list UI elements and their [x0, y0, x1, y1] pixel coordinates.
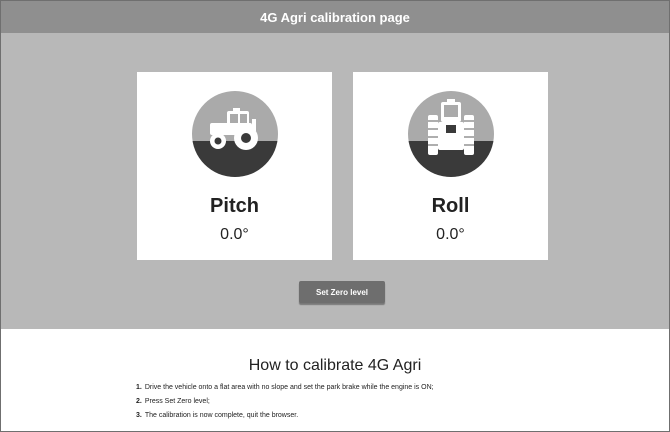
howto-step: 2. Press Set Zero level; — [136, 398, 210, 405]
howto-steps: 1. Drive the vehicle onto a flat area wit… — [136, 381, 434, 423]
calibration-panel: Pitch 0.0° Roll 0.0° Set Zero level — [1, 33, 669, 329]
roll-value: 0.0° — [436, 226, 465, 243]
tractor-side-icon — [192, 91, 278, 177]
roll-label: Roll — [431, 195, 470, 217]
calibration-page: 4G Agri calibration page Pitch 0.0° Roll… — [0, 0, 670, 432]
tractor-front-icon — [408, 91, 494, 177]
howto-step: 3. The calibration is now complete, quit … — [136, 412, 299, 419]
set-zero-level-button[interactable]: Set Zero level — [299, 281, 385, 303]
pitch-value: 0.0° — [220, 226, 249, 243]
howto-title: How to calibrate 4G Agri — [248, 357, 422, 374]
pitch-label: Pitch — [210, 195, 259, 217]
howto-step: 1. Drive the vehicle onto a flat area wit… — [136, 384, 434, 391]
page-title: 4G Agri calibration page — [1, 1, 669, 33]
roll-card: Roll 0.0° — [353, 72, 548, 260]
pitch-card: Pitch 0.0° — [137, 72, 332, 260]
